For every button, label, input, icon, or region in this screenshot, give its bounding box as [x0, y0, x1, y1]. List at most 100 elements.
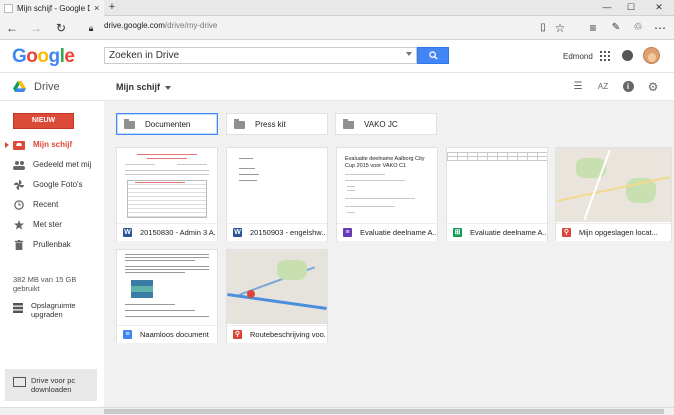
search-icon: [428, 51, 438, 60]
folder-name: Press kit: [255, 120, 286, 129]
file-thumbnail: [117, 148, 217, 222]
folder-item[interactable]: VAKO JC: [335, 113, 437, 135]
breadcrumb[interactable]: Mijn schijf: [116, 82, 172, 92]
upgrade-storage-label: Opslagruimte upgraden: [31, 301, 76, 319]
scrollbar-thumb[interactable]: [104, 409, 664, 414]
list-view-icon[interactable]: ☰: [572, 81, 584, 93]
upgrade-storage-link[interactable]: Opslagruimte upgraden: [13, 301, 103, 319]
drive-logo-icon: [13, 81, 26, 92]
sidebar-item-recent[interactable]: Recent: [0, 195, 104, 215]
file-thumbnail: [227, 148, 327, 222]
folder-item[interactable]: Documenten: [116, 113, 218, 135]
file-caption: ≡ Evaluatie deelname A...: [337, 223, 437, 241]
file-name: Mijn opgeslagen locat...: [579, 228, 658, 237]
breadcrumb-dropdown-icon: [165, 85, 172, 90]
word-file-icon: W: [233, 228, 242, 237]
sort-az-icon[interactable]: AZ: [597, 81, 609, 93]
file-area: Documenten Press kit VAKO JC W 20150830 …: [104, 101, 674, 407]
sidebar-item-trash[interactable]: Prullenbak: [0, 235, 104, 255]
web-note-icon[interactable]: ✎: [608, 20, 624, 36]
close-window-button[interactable]: ✕: [648, 0, 670, 16]
trash-icon: [14, 240, 24, 250]
file-name: Naamloos document: [140, 330, 209, 339]
expand-arrow-icon[interactable]: [5, 142, 9, 148]
user-name[interactable]: Edmond: [563, 52, 593, 61]
notifications-icon[interactable]: [622, 50, 633, 61]
sidebar-item-my-drive[interactable]: Mijn schijf: [0, 135, 104, 155]
search-button[interactable]: [417, 47, 449, 64]
folder-item[interactable]: Press kit: [226, 113, 328, 135]
google-header: Google Zoeken in Drive Edmond: [0, 40, 674, 73]
lock-icon: 🔒︎: [88, 23, 94, 33]
apps-grid-icon[interactable]: [600, 51, 610, 61]
sidebar-item-photos[interactable]: Google Foto's: [0, 175, 104, 195]
shared-people-icon: [13, 161, 25, 170]
address-bar[interactable]: drive.google.com/drive/my-drive: [104, 21, 217, 30]
shared-folder-icon: [343, 119, 354, 129]
new-button[interactable]: NIEUW: [13, 113, 74, 129]
minimize-button[interactable]: —: [596, 0, 618, 16]
clock-icon: [14, 200, 24, 210]
drive-favicon-icon: [4, 3, 13, 13]
star-icon: [14, 220, 24, 230]
file-caption: W 20150903 - engelshw...: [227, 223, 327, 241]
refresh-icon[interactable]: ↻: [53, 20, 69, 36]
url-path: /drive/my-drive: [164, 21, 218, 30]
horizontal-scrollbar[interactable]: [0, 407, 674, 415]
logo-letter: G: [12, 46, 27, 67]
google-logo[interactable]: Google: [12, 46, 75, 68]
storage-quota: 382 MB van 15 GB gebruikt: [13, 275, 77, 293]
hub-menu-icon[interactable]: ≡: [585, 20, 601, 36]
sidebar-item-label: Met ster: [33, 220, 62, 229]
file-name: Evaluatie deelname A...: [470, 228, 546, 237]
folder-name: Documenten: [145, 120, 191, 129]
file-caption: ⊞ Evaluatie deelname A...: [447, 223, 547, 241]
browser-tab[interactable]: Mijn schijf - Google Driv ×: [0, 0, 104, 16]
avatar[interactable]: [643, 47, 660, 64]
file-item[interactable]: ⚲ Mijn opgeslagen locat...: [555, 147, 672, 241]
new-tab-button[interactable]: +: [106, 1, 118, 15]
file-item[interactable]: Evaluatie deelname Aalborg City Cup 2015…: [336, 147, 438, 241]
sidebar-item-starred[interactable]: Met ster: [0, 215, 104, 235]
file-name: Routebeschrijving voo...: [250, 330, 326, 339]
share-icon[interactable]: ♲: [630, 20, 646, 36]
drive-app-name[interactable]: Drive: [34, 81, 60, 93]
search-input[interactable]: Zoeken in Drive: [104, 47, 417, 64]
file-item[interactable]: ≡ Naamloos document: [116, 249, 218, 343]
download-drive-for-pc[interactable]: Drive voor pc downloaden: [5, 369, 97, 401]
reading-view-icon[interactable]: ▯: [535, 20, 551, 36]
url-domain: drive.google.com: [104, 21, 165, 30]
sidebar-item-label: Google Foto's: [33, 180, 83, 189]
tab-title: Mijn schijf - Google Driv: [17, 3, 90, 13]
sheet-file-icon: ⊞: [453, 228, 462, 237]
sidebar-item-label: Prullenbak: [33, 240, 71, 249]
folder-name: VAKO JC: [364, 120, 398, 129]
info-icon[interactable]: i: [622, 81, 634, 93]
favorite-star-icon[interactable]: ☆: [552, 20, 568, 36]
search-input-value: Zoeken in Drive: [109, 50, 180, 61]
sidebar-item-label: Mijn schijf: [33, 140, 73, 149]
back-arrow-icon[interactable]: ←: [4, 20, 20, 36]
file-name: 20150830 - Admin 3 A...: [140, 228, 216, 237]
file-item[interactable]: ⊞ Evaluatie deelname A...: [446, 147, 548, 241]
sidebar-item-label: Recent: [33, 200, 59, 209]
file-item[interactable]: W 20150830 - Admin 3 A...: [116, 147, 218, 241]
sidebar-item-label: Gedeeld met mij: [33, 160, 92, 169]
maximize-button[interactable]: ☐: [620, 0, 642, 16]
more-icon[interactable]: ⋯: [652, 20, 668, 36]
search-options-dropdown-icon[interactable]: [406, 52, 412, 56]
sidebar-item-shared[interactable]: Gedeeld met mij: [0, 155, 104, 175]
drive-toolbar: Drive Mijn schijf ☰ AZ i ⚙: [0, 73, 674, 101]
forward-arrow-icon[interactable]: →: [28, 20, 44, 36]
map-thumbnail: [556, 148, 671, 222]
settings-icon[interactable]: ⚙: [647, 81, 659, 93]
file-thumbnail: [447, 148, 547, 222]
file-item[interactable]: ⚲ Routebeschrijving voo...: [226, 249, 328, 343]
word-file-icon: W: [123, 228, 132, 237]
file-item[interactable]: W 20150903 - engelshw...: [226, 147, 328, 241]
file-caption: ⚲ Mijn opgeslagen locat...: [556, 223, 671, 241]
form-title-text: Evaluatie deelname Aalborg City Cup 2015…: [345, 156, 425, 169]
file-caption: ≡ Naamloos document: [117, 325, 217, 343]
map-thumbnail: [227, 250, 327, 324]
tab-close-icon[interactable]: ×: [94, 3, 104, 13]
